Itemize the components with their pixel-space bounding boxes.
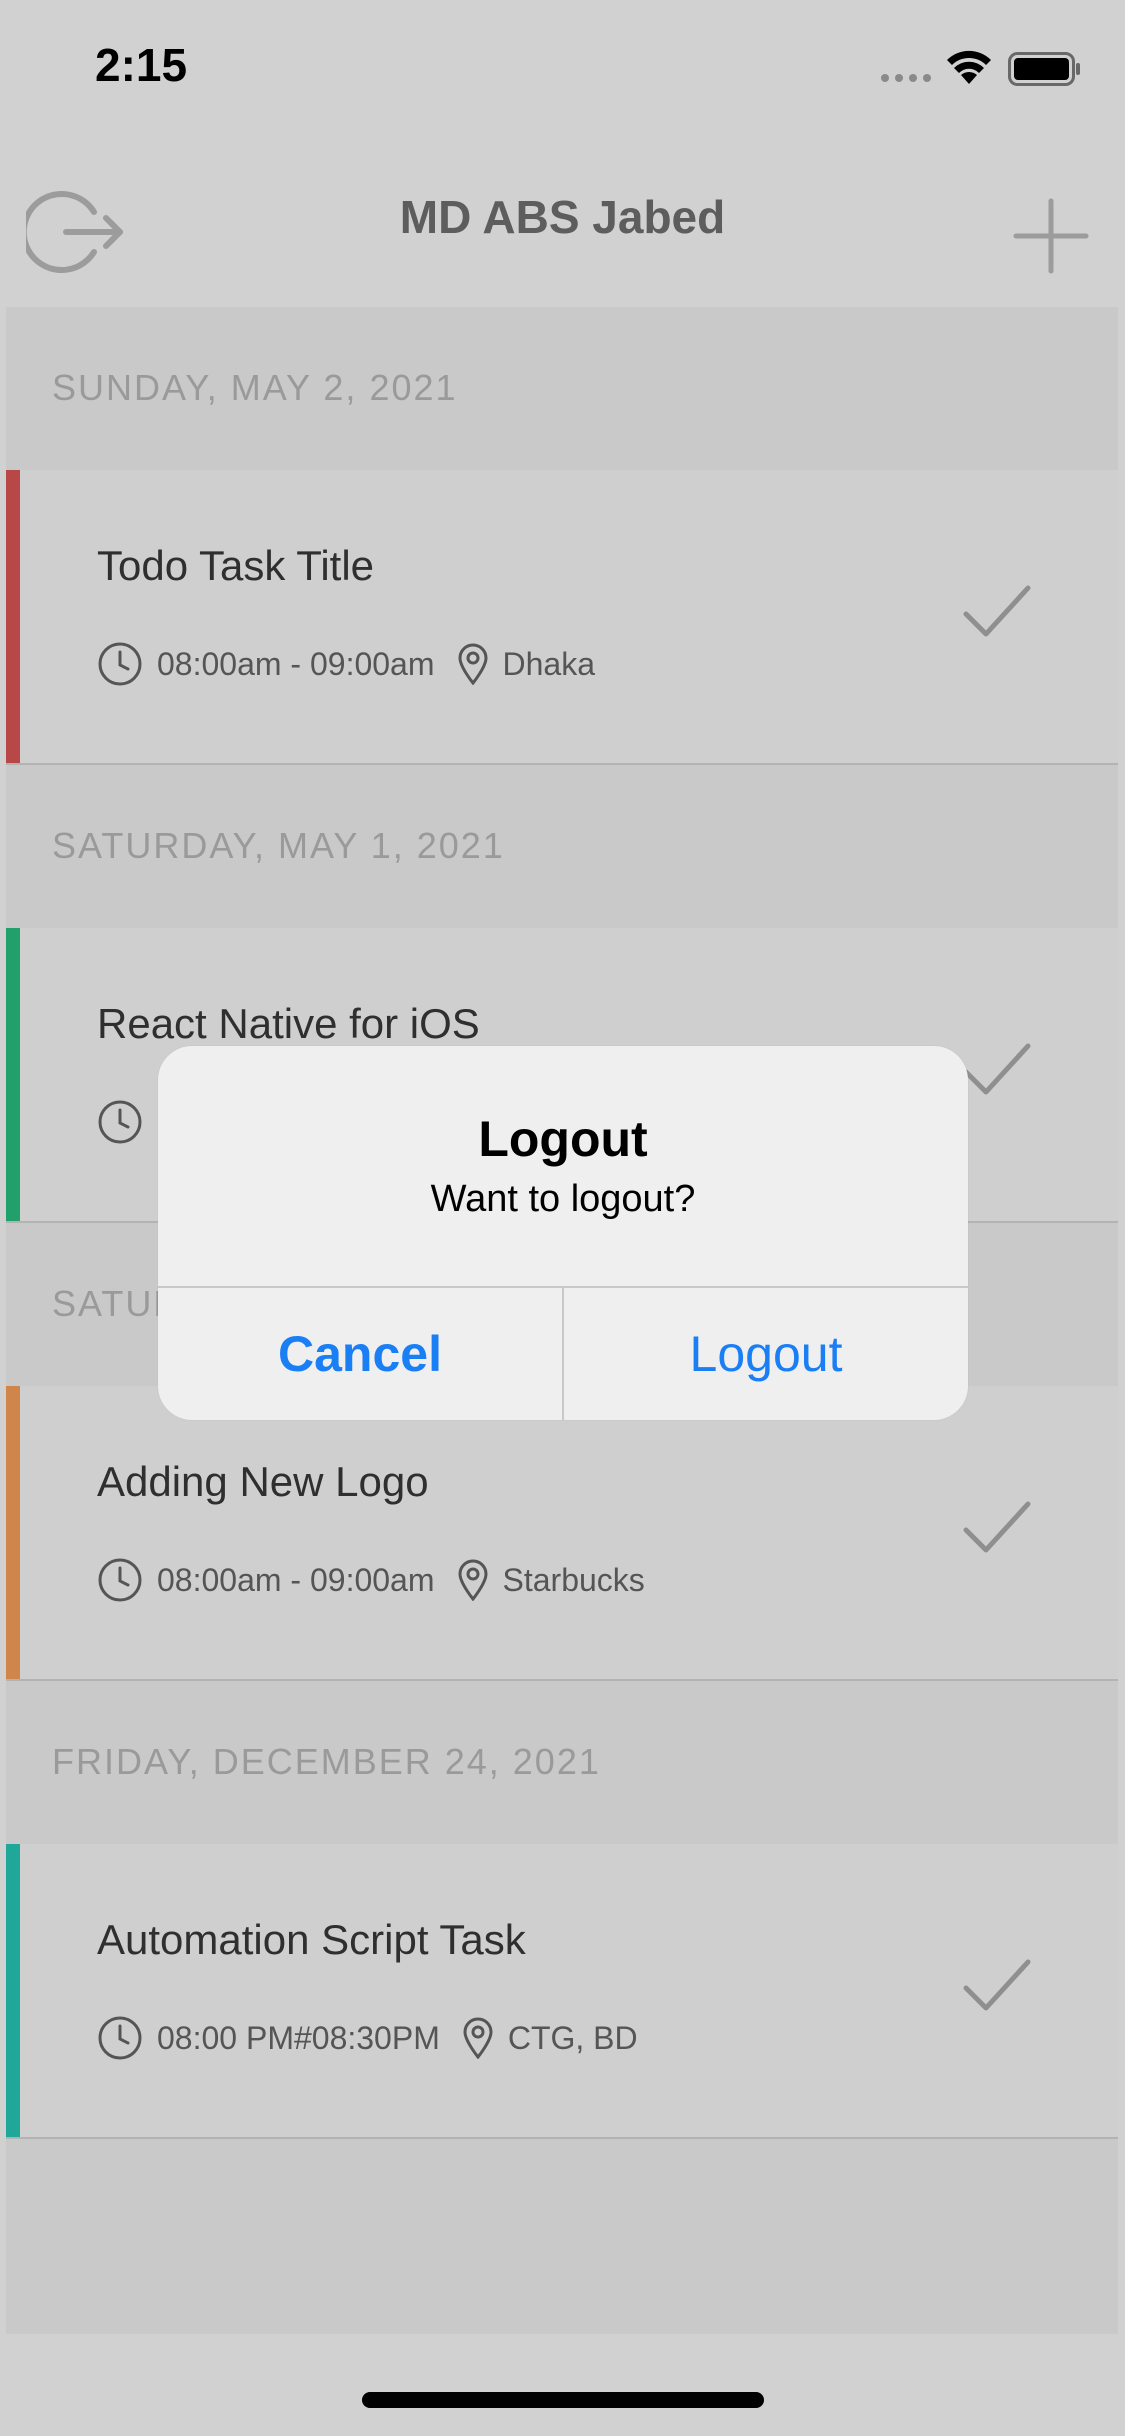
modal-overlay[interactable]: Logout Want to logout? Cancel Logout <box>0 0 1125 2436</box>
home-indicator[interactable] <box>362 2392 764 2408</box>
logout-dialog: Logout Want to logout? Cancel Logout <box>158 1046 968 1420</box>
cancel-button[interactable]: Cancel <box>158 1288 562 1420</box>
dialog-title: Logout <box>478 1111 648 1167</box>
dialog-message: Want to logout? <box>430 1178 696 1220</box>
logout-button[interactable]: Logout <box>564 1288 968 1420</box>
